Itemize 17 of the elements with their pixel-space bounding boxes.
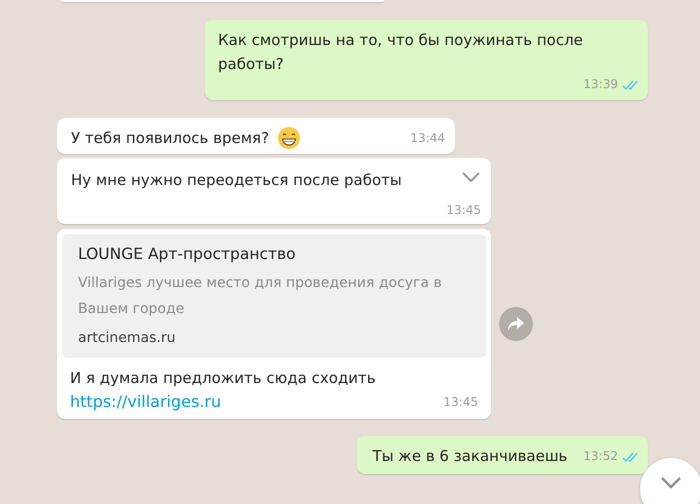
message-text: Ну мне нужно переодеться после работы xyxy=(71,170,402,191)
scroll-down-button[interactable] xyxy=(640,458,700,504)
preview-description: Villariges лучшее место для проведения досуга в Вашем городе xyxy=(78,274,443,319)
message-time: 13:39 xyxy=(583,76,618,93)
preview-domain: artcinemas.ru xyxy=(78,329,176,348)
link-preview[interactable]: LOUNGE Арт-пространство Villariges лучшее место для проведения досуга в Вашем городе artcinemas.ru xyxy=(62,234,486,358)
message-time: 13:44 xyxy=(410,130,445,147)
preview-title: LOUNGE Арт-пространство xyxy=(78,244,297,265)
forward-icon[interactable] xyxy=(499,307,533,341)
chevron-down-icon xyxy=(660,476,682,490)
message-text: Как смотришь на то, что бы поужинать после работы? xyxy=(218,30,584,75)
message-time: 13:52 xyxy=(583,448,618,465)
message-text: И я думала предложить сюда сходить xyxy=(70,368,377,389)
message-time: 13:45 xyxy=(446,202,481,219)
message-text: У тебя появилось время? xyxy=(71,128,270,149)
message-time: 13:45 xyxy=(443,394,478,411)
message-text: Ты же в 6 заканчиваешь xyxy=(372,446,568,467)
